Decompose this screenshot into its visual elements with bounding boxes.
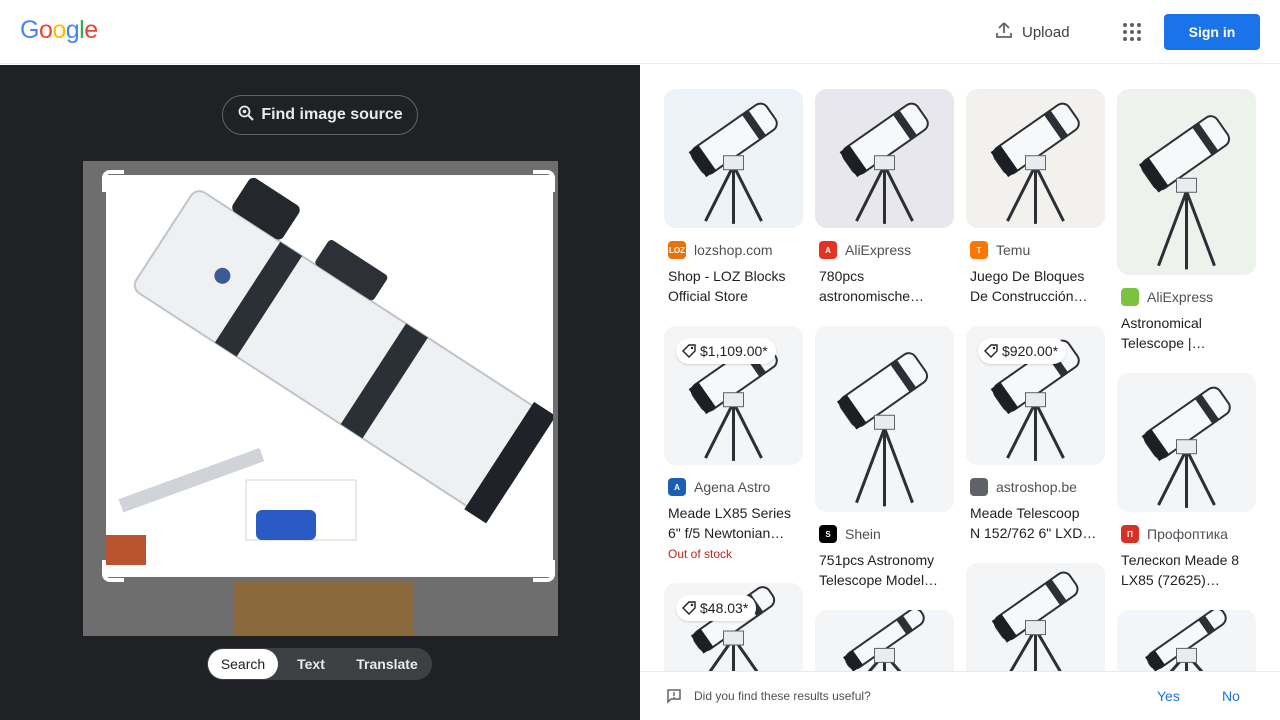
find-image-source-button[interactable]: Find image source <box>222 95 418 135</box>
lens-query-pane: Find image source Search Text Translate <box>0 65 640 720</box>
stock-status: Out of stock <box>668 547 733 561</box>
price-text: $48.03* <box>700 600 749 616</box>
feedback-bar: Did you find these results useful? Yes N… <box>640 671 1280 720</box>
result-title[interactable]: Astronomical Telescope |… <box>1121 313 1255 353</box>
logo-letter: e <box>84 16 98 44</box>
feedback-no-button[interactable]: No <box>1222 688 1240 704</box>
query-image <box>83 161 558 636</box>
crop-region[interactable] <box>106 175 556 577</box>
site-favicon-icon: T <box>970 241 988 259</box>
result-title-line: astronomische… <box>819 288 925 304</box>
logo-letter: o <box>52 16 66 44</box>
top-bar: Google Upload Sign in <box>0 0 1280 64</box>
result-thumbnail[interactable] <box>815 326 954 512</box>
result-title-line: Juego De Bloques <box>970 268 1085 284</box>
site-favicon-icon: A <box>819 241 837 259</box>
mode-translate[interactable]: Translate <box>344 649 430 679</box>
result-title[interactable]: Meade LX85 Series 6" f/5 Newtonian… <box>668 503 802 543</box>
upload-button[interactable]: Upload <box>984 12 1080 52</box>
source-name: AliExpress <box>1147 289 1214 305</box>
site-favicon-icon: LOZ <box>668 241 686 259</box>
result-thumbnail[interactable] <box>966 563 1105 671</box>
upload-label: Upload <box>1022 23 1070 41</box>
result-title-line: Telescope |… <box>1121 335 1206 351</box>
feedback-yes-button[interactable]: Yes <box>1157 688 1180 704</box>
result-source[interactable]: astroshop.be <box>970 477 1077 497</box>
result-title-line: Official Store <box>668 288 748 304</box>
apps-grid-icon[interactable] <box>1114 14 1150 50</box>
result-source[interactable]: AliExpress <box>1121 287 1213 307</box>
result-thumbnail[interactable] <box>1117 610 1256 671</box>
result-source[interactable]: LOZ lozshop.com <box>668 240 773 260</box>
sign-in-button[interactable]: Sign in <box>1164 14 1260 50</box>
result-source[interactable]: T Temu <box>970 240 1030 260</box>
feedback-icon <box>666 688 682 709</box>
source-name: lozshop.com <box>694 242 773 258</box>
result-source[interactable]: П Профоптика <box>1121 524 1228 544</box>
price-tag-icon <box>682 344 696 358</box>
result-title-line: Telescope Model… <box>819 572 939 588</box>
result-title-line: 751pcs Astronomy <box>819 552 935 568</box>
result-thumbnail[interactable] <box>1117 373 1256 512</box>
result-thumbnail[interactable] <box>664 89 803 228</box>
result-thumbnail[interactable] <box>815 610 954 671</box>
result-title[interactable]: Juego De Bloques De Construcción… <box>970 266 1104 306</box>
result-title-line: LX85 (72625)… <box>1121 572 1220 588</box>
mode-text[interactable]: Text <box>278 649 344 679</box>
google-logo[interactable]: Google <box>20 16 98 45</box>
result-title[interactable]: Shop - LOZ Blocks Official Store <box>668 266 802 306</box>
result-title-line: Astronomical <box>1121 315 1202 331</box>
result-thumbnail[interactable] <box>1117 89 1256 275</box>
result-source[interactable]: S Shein <box>819 524 881 544</box>
crop-handle-bottom-right[interactable] <box>533 560 555 582</box>
result-title[interactable]: Meade Telescoop N 152/762 6" LXD7… <box>970 503 1104 543</box>
visual-matches-results: LOZ lozshop.com Shop - LOZ Blocks Official … <box>640 65 1280 671</box>
result-title[interactable]: Телескоп Meade 8 LX85 (72625)… <box>1121 550 1255 590</box>
logo-letter: G <box>20 16 39 44</box>
result-source[interactable]: A Agena Astro <box>668 477 770 497</box>
lens-mode-switcher: Search Text Translate <box>207 648 432 680</box>
price-text: $1,109.00* <box>700 343 768 359</box>
result-thumbnail[interactable] <box>815 89 954 228</box>
mode-search[interactable]: Search <box>208 649 278 679</box>
source-name: Shein <box>845 526 881 542</box>
source-name: Temu <box>996 242 1031 258</box>
result-title[interactable]: 751pcs Astronomy Telescope Model… <box>819 550 953 590</box>
source-name: astroshop.be <box>996 479 1077 495</box>
result-title-line: Телескоп Meade 8 <box>1121 552 1240 568</box>
result-title-line: N 152/762 6" LXD7… <box>970 525 1104 541</box>
result-title-line: 780pcs <box>819 268 865 284</box>
site-favicon-icon <box>970 478 988 496</box>
price-tag: $920.00* <box>978 338 1067 364</box>
price-tag-icon <box>984 344 998 358</box>
lens-search-icon <box>237 104 255 127</box>
find-image-source-label: Find image source <box>261 106 403 123</box>
site-favicon-icon: S <box>819 525 837 543</box>
result-thumbnail[interactable] <box>966 89 1105 228</box>
result-title-line: Meade Telescoop <box>970 505 1080 521</box>
logo-letter: o <box>38 16 53 44</box>
source-name: Профоптика <box>1147 526 1228 542</box>
result-title-line: De Construcción… <box>970 288 1088 304</box>
site-favicon-icon <box>1121 288 1139 306</box>
result-source[interactable]: A AliExpress <box>819 240 911 260</box>
price-tag: $1,109.00* <box>676 338 776 364</box>
site-favicon-icon: A <box>668 478 686 496</box>
price-text: $920.00* <box>1002 343 1059 359</box>
feedback-question: Did you find these results useful? <box>694 689 871 703</box>
upload-icon <box>994 20 1014 44</box>
result-title-line: Meade LX85 Series <box>668 505 791 521</box>
crop-handle-bottom-left[interactable] <box>102 560 124 582</box>
price-tag-icon <box>682 601 696 615</box>
source-name: AliExpress <box>845 242 912 258</box>
crop-handle-top-right[interactable] <box>533 170 555 192</box>
result-title[interactable]: 780pcs astronomische… <box>819 266 953 306</box>
site-favicon-icon: П <box>1121 525 1139 543</box>
source-name: Agena Astro <box>694 479 771 495</box>
crop-handle-top-left[interactable] <box>102 170 124 192</box>
result-title-line: 6" f/5 Newtonian… <box>668 525 785 541</box>
logo-letter: g <box>65 16 80 44</box>
result-title-line: Shop - LOZ Blocks <box>668 268 786 284</box>
price-tag: $48.03* <box>676 595 757 621</box>
